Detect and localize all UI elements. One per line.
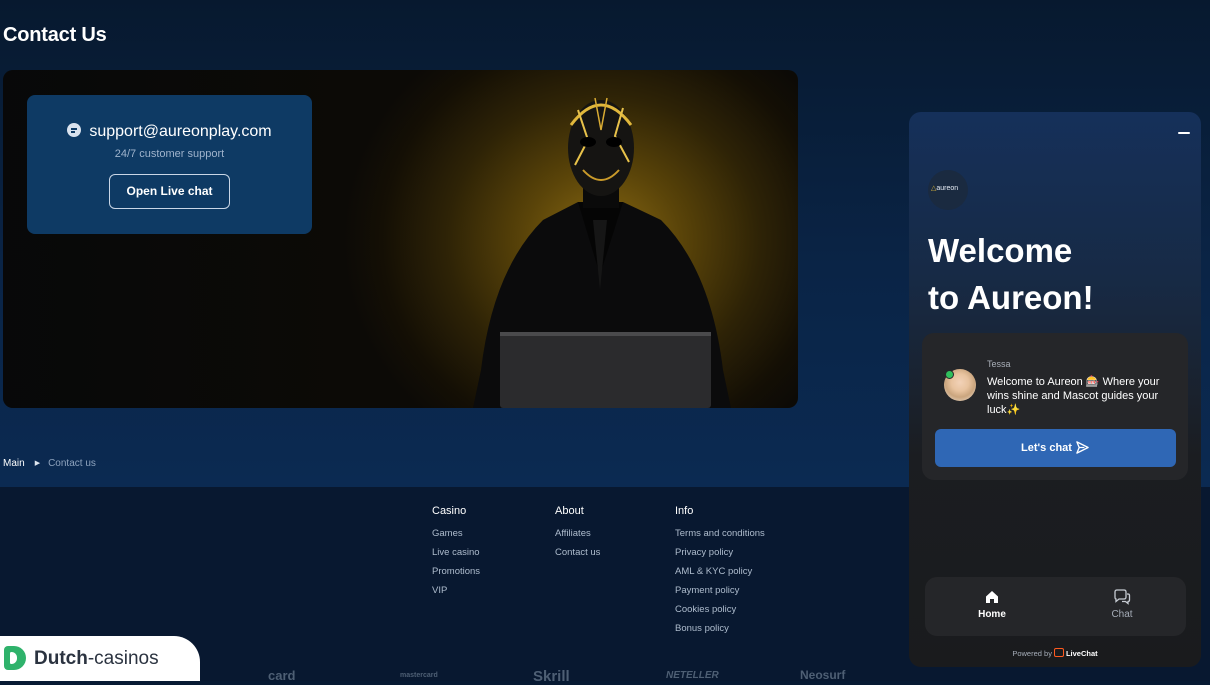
minimize-icon[interactable] — [1178, 132, 1190, 134]
support-email[interactable]: support@aureonplay.com — [27, 123, 312, 141]
footer-link-bonus[interactable]: Bonus policy — [675, 623, 765, 634]
chat-bottom-nav: Home Chat — [925, 577, 1186, 636]
live-chat-widget: △aureon Welcome to Aureon! Tessa Welcome… — [909, 112, 1201, 667]
lets-chat-button[interactable]: Let's chat — [935, 429, 1176, 467]
footer-link-vip[interactable]: VIP — [432, 585, 480, 596]
breadcrumb-main[interactable]: Main — [3, 458, 25, 469]
chat-bubble-icon — [67, 123, 82, 137]
send-icon — [1076, 441, 1089, 454]
footer-link-live-casino[interactable]: Live casino — [432, 547, 480, 558]
chat-brand-avatar: △aureon — [928, 170, 968, 210]
home-icon — [986, 591, 998, 603]
footer-link-promotions[interactable]: Promotions — [432, 566, 480, 577]
dutch-casinos-logo-icon — [4, 646, 26, 670]
breadcrumb: Main ▶ Contact us — [3, 458, 96, 469]
skrill-logo: Skrill — [533, 668, 570, 685]
footer-column-casino: Casino Games Live casino Promotions VIP — [432, 505, 480, 604]
footer-link-aml-kyc[interactable]: AML & KYC policy — [675, 566, 765, 577]
contact-card: support@aureonplay.com 24/7 customer sup… — [27, 95, 312, 234]
footer-link-affiliates[interactable]: Affiliates — [555, 528, 600, 539]
livechat-logo-icon — [1053, 648, 1064, 657]
mastercard-logo: mastercard — [400, 672, 438, 679]
agent-message: Welcome to Aureon 🎰 Where your wins shin… — [987, 376, 1160, 416]
neosurf-logo: Neosurf — [800, 668, 846, 682]
online-status-icon — [945, 370, 954, 379]
chat-bubbles-icon — [1114, 589, 1131, 605]
footer-heading: About — [555, 505, 584, 517]
agent-name: Tessa — [987, 359, 1011, 369]
footer-link-payment[interactable]: Payment policy — [675, 585, 765, 596]
nav-chat[interactable]: Chat — [1082, 589, 1162, 620]
support-hours: 24/7 customer support — [114, 148, 225, 160]
support-email-text: support@aureonplay.com — [89, 123, 272, 140]
open-live-chat-button[interactable]: Open Live chat — [109, 174, 230, 209]
footer-link-privacy[interactable]: Privacy policy — [675, 547, 765, 558]
footer-link-terms[interactable]: Terms and conditions — [675, 528, 765, 539]
nav-home[interactable]: Home — [952, 589, 1032, 620]
footer-heading: Info — [675, 505, 694, 517]
dutch-casinos-badge: Dutch-casinos — [0, 636, 200, 681]
chat-message-card: Tessa Welcome to Aureon 🎰 Where your win… — [922, 333, 1188, 480]
chat-welcome-heading: Welcome to Aureon! — [928, 232, 1094, 316]
breadcrumb-current: Contact us — [48, 458, 96, 469]
footer-column-about: About Affiliates Contact us — [555, 505, 600, 566]
page-title: Contact Us — [3, 24, 107, 46]
footer-link-cookies[interactable]: Cookies policy — [675, 604, 765, 615]
powered-by[interactable]: Powered by LiveChat — [909, 648, 1201, 658]
breadcrumb-separator-icon: ▶ — [34, 460, 41, 467]
footer-heading: Casino — [432, 505, 467, 517]
neteller-logo: NETELLER — [666, 670, 719, 681]
dutch-casinos-wordmark: Dutch-casinos — [34, 648, 159, 669]
footer-link-contact-us[interactable]: Contact us — [555, 547, 600, 558]
footer-column-info: Info Terms and conditions Privacy policy… — [675, 505, 765, 642]
footer-link-games[interactable]: Games — [432, 528, 480, 539]
